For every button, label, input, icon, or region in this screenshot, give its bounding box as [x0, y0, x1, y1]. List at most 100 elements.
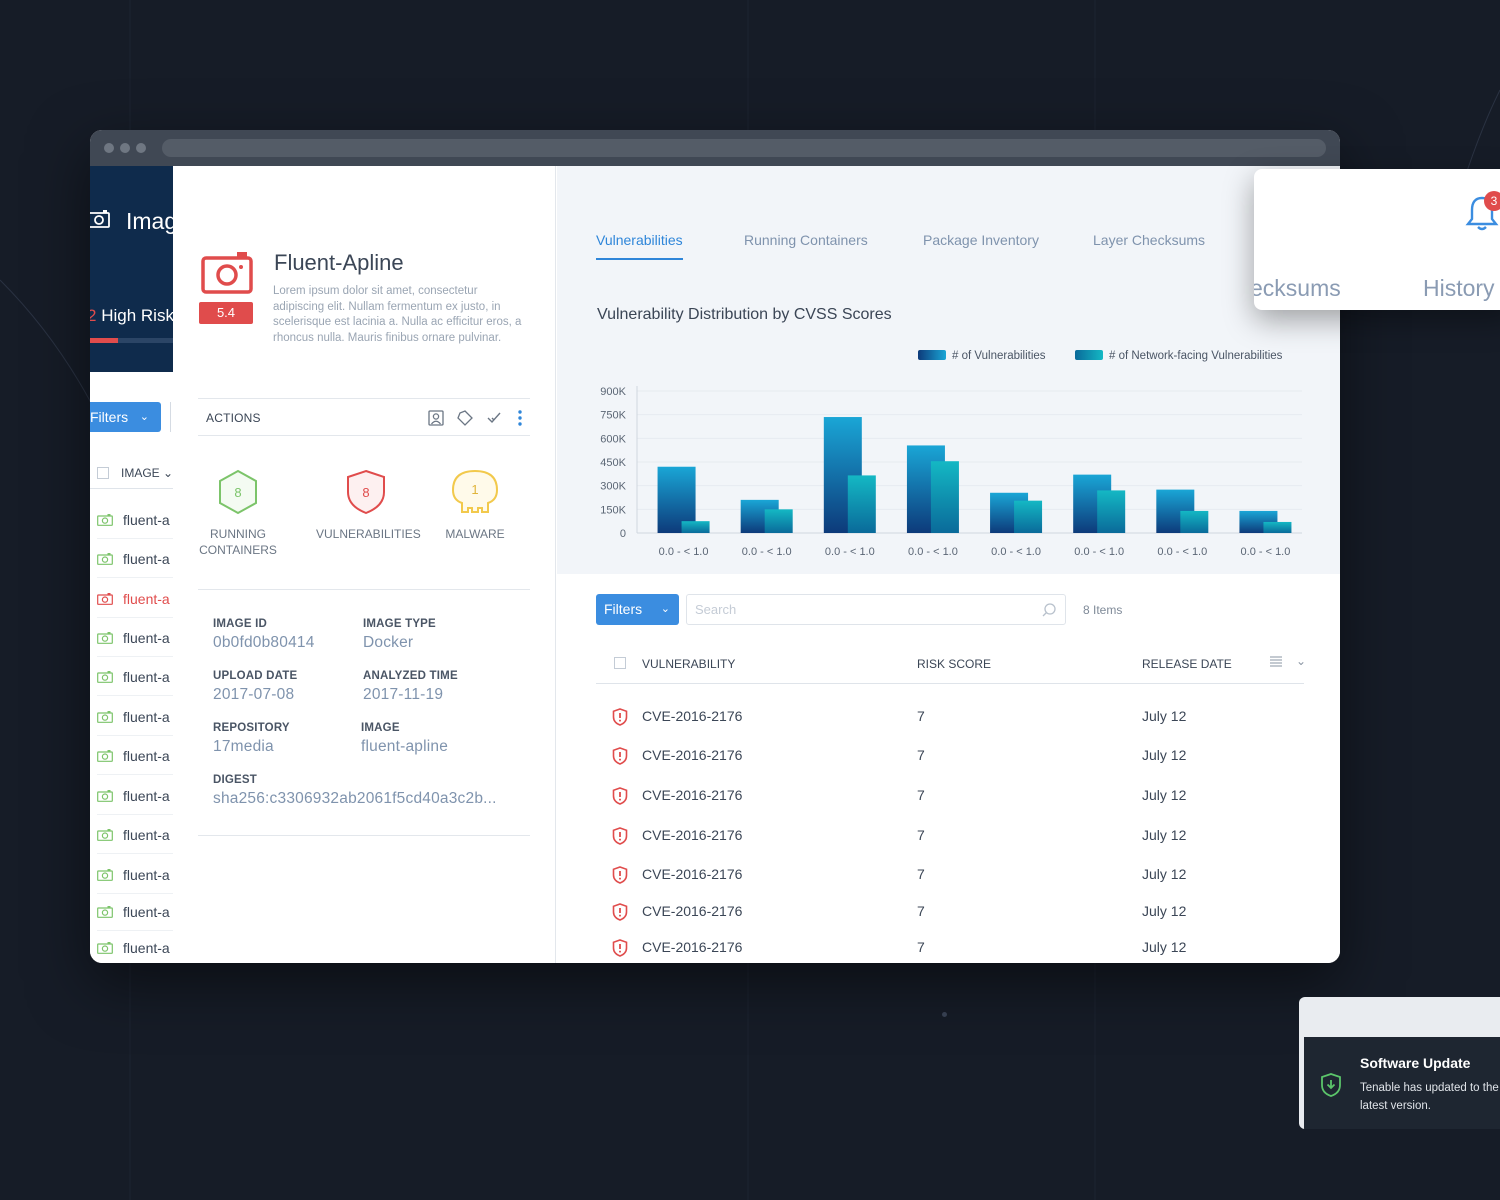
user-portrait-icon[interactable]: [427, 409, 445, 427]
search-input[interactable]: [687, 595, 1017, 624]
vulnerability-id[interactable]: CVE-2016-2176: [642, 903, 742, 919]
release-date: July 12: [1142, 747, 1187, 763]
table-row[interactable]: CVE-2016-2176 7 July 12: [596, 895, 1304, 931]
vulnerability-id[interactable]: CVE-2016-2176: [642, 787, 742, 803]
table-row[interactable]: CVE-2016-2176 7 July 12: [596, 858, 1304, 894]
y-tick-label: 600K: [600, 433, 626, 445]
vulnerability-id[interactable]: CVE-2016-2176: [642, 866, 742, 882]
tab-package-inventory[interactable]: Package Inventory: [923, 232, 1039, 260]
list-item[interactable]: fluent-a: [97, 893, 173, 931]
risk-progress-bar: [90, 338, 173, 343]
chevron-down-icon[interactable]: ⌄: [1296, 654, 1306, 668]
image-type-value: Docker: [363, 634, 414, 651]
image-detail-panel: 5.4 Fluent-Apline Lorem ipsum dolor sit …: [173, 166, 556, 963]
table-row[interactable]: CVE-2016-2176 7 July 12: [596, 819, 1304, 855]
cvss-bar-chart: 0 150K 300K 450K 600K 750K 900K 0.0 - < 1.0 0.0 …: [600, 386, 1302, 558]
camera-icon: [201, 252, 253, 294]
shield-alert-icon: [612, 827, 628, 845]
list-item[interactable]: fluent-a: [97, 540, 173, 578]
list-item[interactable]: fluent-a: [97, 580, 173, 618]
shield-alert-icon: [612, 939, 628, 957]
address-bar[interactable]: [162, 139, 1326, 157]
image-value[interactable]: fluent-apline: [361, 738, 448, 756]
risk-score: 7: [917, 787, 925, 803]
bar-network-facing[interactable]: [764, 509, 793, 533]
bar-network-facing[interactable]: [1180, 510, 1209, 533]
toast-title: Software Update: [1360, 1055, 1471, 1071]
risk-score: 7: [917, 827, 925, 843]
window-dot[interactable]: [120, 143, 130, 153]
y-tick-label: 900K: [600, 386, 626, 398]
list-item[interactable]: fluent-a: [97, 777, 173, 815]
bar-network-facing[interactable]: [1014, 500, 1043, 533]
image-key: IMAGE: [361, 722, 400, 734]
tab-layer-checksums[interactable]: Layer Checksums: [1093, 232, 1205, 260]
check-icon[interactable]: [485, 409, 503, 427]
x-tick-label: 0.0 - < 1.0: [908, 546, 958, 558]
list-item[interactable]: fluent-a: [97, 856, 173, 894]
list-item-label: fluent-a: [123, 827, 170, 843]
image-column-header[interactable]: IMAGE ⌄: [97, 466, 173, 480]
repository-value[interactable]: 17media: [213, 738, 290, 756]
list-item[interactable]: fluent-a: [97, 816, 173, 854]
list-item[interactable]: fluent-a: [97, 501, 173, 539]
software-update-toast[interactable]: Software Update Tenable has updated to t…: [1304, 1037, 1500, 1129]
list-item[interactable]: fluent-a: [97, 737, 173, 775]
tab-running-containers[interactable]: Running Containers: [744, 232, 868, 260]
image-id-value: 0b0fd0b80414: [213, 634, 315, 651]
vulnerability-id[interactable]: CVE-2016-2176: [642, 747, 742, 763]
column-settings-icon[interactable]: [1269, 654, 1283, 671]
vulnerability-id[interactable]: CVE-2016-2176: [642, 939, 742, 955]
bar-network-facing[interactable]: [930, 461, 959, 533]
high-risk-count: 2: [90, 306, 97, 325]
search-icon[interactable]: [1041, 602, 1057, 618]
vulnerability-id[interactable]: CVE-2016-2176: [642, 708, 742, 724]
bar-network-facing[interactable]: [847, 475, 876, 533]
list-item[interactable]: fluent-a: [97, 929, 173, 963]
tab-vulnerabilities[interactable]: Vulnerabilities: [596, 232, 683, 260]
select-all-checkbox[interactable]: [97, 467, 109, 479]
table-filters-button[interactable]: Filters ⌄: [596, 594, 679, 625]
chart-section: Vulnerabilities Running Containers Packa…: [557, 166, 1340, 574]
bar-network-facing[interactable]: [1263, 521, 1292, 533]
toast-card: Software Update Tenable has updated to t…: [1299, 997, 1500, 1129]
repository-key: REPOSITORY: [213, 722, 290, 734]
list-item[interactable]: fluent-a: [97, 698, 173, 736]
column-risk-score[interactable]: RISK SCORE: [917, 657, 991, 671]
list-filters-button[interactable]: Filters ⌄: [90, 402, 161, 432]
table-row[interactable]: CVE-2016-2176 7 July 12: [596, 779, 1304, 815]
table-row[interactable]: CVE-2016-2176 7 July 12: [596, 739, 1304, 775]
chevron-down-icon: ⌄: [660, 603, 670, 615]
window-dot[interactable]: [104, 143, 114, 153]
list-item-label: fluent-a: [123, 591, 170, 607]
bar-network-facing[interactable]: [681, 521, 710, 533]
repository-field: REPOSITORY 17media: [213, 722, 290, 756]
analyzed-time-field: ANALYZED TIME 2017-11-19: [363, 670, 458, 704]
divider: [198, 835, 530, 836]
filters-label: Filters: [90, 409, 129, 425]
shield-alert-icon: [612, 903, 628, 921]
image-id-field: IMAGE ID 0b0fd0b80414: [213, 618, 315, 652]
more-vertical-icon[interactable]: [511, 409, 529, 427]
camera-icon: [97, 593, 113, 605]
window-dot[interactable]: [136, 143, 146, 153]
list-item[interactable]: fluent-a: [97, 619, 173, 657]
list-item[interactable]: fluent-a: [97, 658, 173, 696]
vulnerability-id[interactable]: CVE-2016-2176: [642, 827, 742, 843]
camera-icon: [97, 829, 113, 841]
vulnerabilities-stat[interactable]: 8 VULNERABILITIES: [316, 468, 421, 542]
list-item-label: fluent-a: [123, 748, 170, 764]
select-all-checkbox[interactable]: [614, 657, 626, 669]
table-row[interactable]: CVE-2016-2176 7 July 12: [596, 700, 1304, 736]
column-vulnerability[interactable]: VULNERABILITY: [642, 657, 735, 671]
bar-network-facing[interactable]: [1097, 490, 1126, 533]
column-release-date[interactable]: RELEASE DATE: [1142, 657, 1232, 671]
camera-icon: [97, 942, 113, 954]
tag-icon[interactable]: [456, 409, 474, 427]
running-containers-stat[interactable]: 8 RUNNING CONTAINERS: [197, 468, 279, 558]
tab-layer-checksums-partial[interactable]: ecksums: [1254, 275, 1341, 302]
image-id-key: IMAGE ID: [213, 618, 267, 630]
malware-stat[interactable]: 1 MALWARE: [443, 468, 507, 542]
tab-history[interactable]: History: [1423, 275, 1495, 302]
table-row[interactable]: CVE-2016-2176 7 July 12: [596, 931, 1304, 963]
